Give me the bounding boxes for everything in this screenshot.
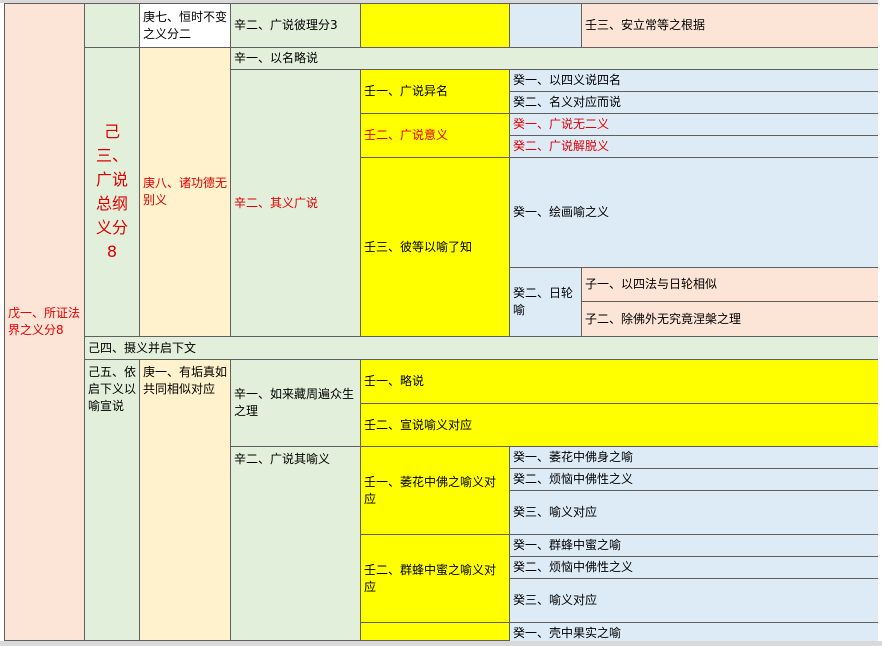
- cell-ji5[interactable]: 己五、依启下义以喻宣说: [84, 359, 140, 641]
- cell-f-top[interactable]: [509, 3, 582, 48]
- outline-table: 戊一、所证法界之义分8 己三、广说总纲义分8 己四、摄义并启下文 己五、依启下义…: [0, 0, 882, 646]
- cell-b-top[interactable]: [84, 3, 140, 48]
- cell-gui2-c[interactable]: 癸二、日轮喻: [509, 267, 582, 337]
- cell-gui1-e[interactable]: 癸一、群蜂中蜜之喻: [509, 534, 879, 557]
- cell-xin1-a[interactable]: 辛一、以名略说: [230, 47, 879, 70]
- cell-zi1[interactable]: 子一、以四法与日轮相似: [581, 267, 879, 302]
- cell-gui1-d[interactable]: 癸一、萎花中佛身之喻: [509, 446, 879, 469]
- cell-ren3-a[interactable]: 壬三、安立常等之根据: [581, 3, 879, 48]
- cell-ren1-b[interactable]: 壬一、略说: [360, 359, 879, 404]
- cell-ren2-c[interactable]: 壬二、群蜂中蜜之喻义对应: [360, 534, 510, 623]
- cell-ren-next[interactable]: [360, 622, 510, 641]
- cell-gui1-c[interactable]: 癸一、绘画喻之义: [509, 157, 879, 268]
- cell-ji3[interactable]: 己三、广说总纲义分8: [84, 47, 140, 337]
- cell-geng8[interactable]: 庚八、诸功德无别义: [139, 47, 231, 337]
- cell-ji4[interactable]: 己四、摄义并启下文: [84, 336, 879, 360]
- cell-gui2-a[interactable]: 癸二、名义对应而说: [509, 91, 879, 114]
- cell-geng7[interactable]: 庚七、恒时不变之义分二: [139, 3, 231, 48]
- cell-e-top[interactable]: [360, 3, 510, 48]
- cell-geng1[interactable]: 庚一、有垢真如共同相似对应: [139, 359, 231, 641]
- cell-gui2-e[interactable]: 癸二、烦恼中佛性之义: [509, 556, 879, 579]
- cell-xin1-b[interactable]: 辛一、如来藏周遍众生之理: [230, 359, 361, 447]
- cell-xin2-a[interactable]: 辛二、广说彼理分3: [230, 3, 361, 48]
- cell-gui2-b[interactable]: 癸二、广说解脱义: [509, 135, 879, 158]
- cell-gui1-b[interactable]: 癸一、广说无二义: [509, 113, 879, 136]
- cell-xin2-c[interactable]: 辛二、广说其喻义: [230, 446, 361, 641]
- cell-gui3-e[interactable]: 癸三、喻义对应: [509, 578, 879, 623]
- cell-gui2-d[interactable]: 癸二、烦恼中佛性之义: [509, 468, 879, 491]
- cell-gui3-d[interactable]: 癸三、喻义对应: [509, 490, 879, 535]
- bottom-edge: [0, 641, 882, 646]
- cell-zi2[interactable]: 子二、除佛外无究竟涅槃之理: [581, 301, 879, 337]
- cell-ren2-b[interactable]: 壬二、宣说喻义对应: [360, 403, 879, 447]
- cell-ren1-a[interactable]: 壬一、广说异名: [360, 69, 510, 114]
- cell-ren2-a[interactable]: 壬二、广说意义: [360, 113, 510, 158]
- cell-ren3-b[interactable]: 壬三、彼等以喻了知: [360, 157, 510, 337]
- cell-gui1-a[interactable]: 癸一、以四义说四名: [509, 69, 879, 92]
- right-edge: [878, 0, 882, 646]
- cell-xin2-b[interactable]: 辛二、其义广说: [230, 69, 361, 337]
- cell-wu1[interactable]: 戊一、所证法界之义分8: [4, 3, 85, 641]
- cell-ren1-c[interactable]: 壬一、萎花中佛之喻义对应: [360, 446, 510, 535]
